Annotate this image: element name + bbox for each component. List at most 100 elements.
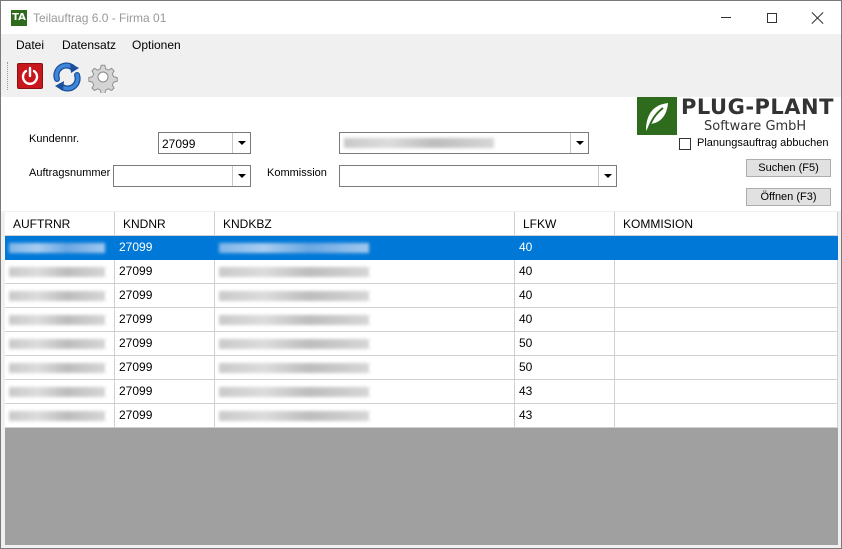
cell-kndkbz[interactable] [215, 380, 515, 404]
cell-kndnr[interactable]: 27099 [115, 308, 215, 332]
redacted-text [9, 243, 105, 253]
maximize-button[interactable] [749, 1, 795, 34]
chevron-down-icon [575, 141, 584, 145]
table-row[interactable]: 27099 40 [5, 284, 838, 308]
auftragsnummer-label: Auftragsnummer [29, 167, 111, 179]
cell-auftrnr[interactable] [5, 404, 115, 428]
app-window: TA Teilauftrag 6.0 - Firma 01 Datei Date… [0, 0, 842, 549]
toolbar-grip[interactable] [7, 62, 10, 90]
chevron-down-icon [237, 174, 246, 178]
kommission-dropdown-button[interactable] [598, 166, 616, 186]
redacted-text [9, 411, 105, 421]
cell-kommision[interactable] [615, 380, 838, 404]
logo-subtitle: Software GmbH [704, 119, 807, 134]
redacted-text [219, 267, 369, 277]
cell-kndkbz[interactable] [215, 284, 515, 308]
cell-kommision[interactable] [615, 260, 838, 284]
cell-lfkw[interactable]: 40 [515, 284, 615, 308]
cell-kommision[interactable] [615, 284, 838, 308]
close-icon [812, 12, 824, 24]
column-header-lfkw[interactable]: LFKW [515, 212, 615, 236]
cell-auftrnr[interactable] [5, 356, 115, 380]
cell-auftrnr[interactable] [5, 308, 115, 332]
cell-auftrnr[interactable] [5, 260, 115, 284]
cell-kommision[interactable] [615, 356, 838, 380]
refresh-icon [53, 62, 81, 92]
open-button[interactable]: Öffnen (F3) [746, 188, 831, 206]
cell-kndkbz[interactable] [215, 404, 515, 428]
redacted-text [9, 291, 105, 301]
planungsauftrag-checkbox[interactable] [679, 138, 691, 150]
menu-datei[interactable]: Datei [16, 38, 44, 52]
cell-auftrnr[interactable] [5, 236, 115, 260]
cell-auftrnr[interactable] [5, 380, 115, 404]
maximize-icon [767, 12, 777, 23]
power-button[interactable] [17, 63, 43, 89]
cell-kndkbz[interactable] [215, 308, 515, 332]
cell-kndkbz[interactable] [215, 356, 515, 380]
search-button[interactable]: Suchen (F5) [746, 159, 831, 177]
redacted-text [9, 339, 105, 349]
cell-kommision[interactable] [615, 308, 838, 332]
chevron-down-icon [237, 141, 246, 145]
cell-kndnr[interactable]: 27099 [115, 284, 215, 308]
table-row[interactable]: 27099 43 [5, 380, 838, 404]
kommission-combobox[interactable] [339, 165, 617, 187]
table-row[interactable]: 27099 40 [5, 260, 838, 284]
customer-name-dropdown-button[interactable] [570, 133, 588, 153]
cell-kommision[interactable] [615, 404, 838, 428]
auftragsnummer-combobox[interactable] [113, 165, 251, 187]
table-row[interactable]: 27099 50 [5, 332, 838, 356]
planungsauftrag-label: Planungsauftrag abbuchen [697, 137, 829, 149]
redacted-text [219, 291, 369, 301]
cell-lfkw[interactable]: 40 [515, 308, 615, 332]
menu-optionen[interactable]: Optionen [132, 38, 181, 52]
customer-name-redacted [344, 138, 494, 148]
minimize-button[interactable] [703, 1, 749, 34]
cell-kndnr[interactable]: 27099 [115, 356, 215, 380]
table-row[interactable]: 27099 40 [5, 236, 838, 260]
column-header-kommision[interactable]: KOMMISION [615, 212, 838, 236]
redacted-text [219, 243, 369, 253]
cell-lfkw[interactable]: 43 [515, 404, 615, 428]
column-header-kndkbz[interactable]: KNDKBZ [215, 212, 515, 236]
gear-icon [88, 64, 118, 95]
cell-kndnr[interactable]: 27099 [115, 404, 215, 428]
cell-kndkbz[interactable] [215, 236, 515, 260]
auftragsnummer-dropdown-button[interactable] [232, 166, 250, 186]
menu-datensatz[interactable]: Datensatz [62, 38, 116, 52]
cell-kndnr[interactable]: 27099 [115, 260, 215, 284]
cell-lfkw[interactable]: 50 [515, 332, 615, 356]
cell-lfkw[interactable]: 40 [515, 260, 615, 284]
cell-kommision[interactable] [615, 236, 838, 260]
cell-lfkw[interactable]: 50 [515, 356, 615, 380]
redacted-text [9, 315, 105, 325]
chevron-down-icon [603, 174, 612, 178]
cell-auftrnr[interactable] [5, 332, 115, 356]
cell-lfkw[interactable]: 43 [515, 380, 615, 404]
cell-auftrnr[interactable] [5, 284, 115, 308]
cell-kndnr[interactable]: 27099 [115, 332, 215, 356]
redacted-text [9, 387, 105, 397]
results-grid[interactable]: AUFTRNR KNDNR KNDKBZ LFKW KOMMISION 2709… [5, 212, 838, 545]
kundennr-value: 27099 [162, 137, 196, 151]
column-header-auftrnr[interactable]: AUFTRNR [5, 212, 115, 236]
kundennr-dropdown-button[interactable] [232, 133, 250, 153]
minimize-icon [721, 17, 731, 18]
close-button[interactable] [795, 1, 841, 34]
cell-kommision[interactable] [615, 332, 838, 356]
customer-name-combobox[interactable] [339, 132, 589, 154]
table-row[interactable]: 27099 40 [5, 308, 838, 332]
column-header-kndnr[interactable]: KNDNR [115, 212, 215, 236]
cell-kndkbz[interactable] [215, 332, 515, 356]
cell-kndnr[interactable]: 27099 [115, 236, 215, 260]
cell-kndnr[interactable]: 27099 [115, 380, 215, 404]
refresh-button[interactable] [51, 61, 81, 92]
settings-button[interactable] [87, 61, 118, 95]
redacted-text [219, 315, 369, 325]
table-row[interactable]: 27099 50 [5, 356, 838, 380]
kundennr-combobox[interactable]: 27099 [158, 132, 251, 154]
cell-kndkbz[interactable] [215, 260, 515, 284]
cell-lfkw[interactable]: 40 [515, 236, 615, 260]
table-row[interactable]: 27099 43 [5, 404, 838, 428]
